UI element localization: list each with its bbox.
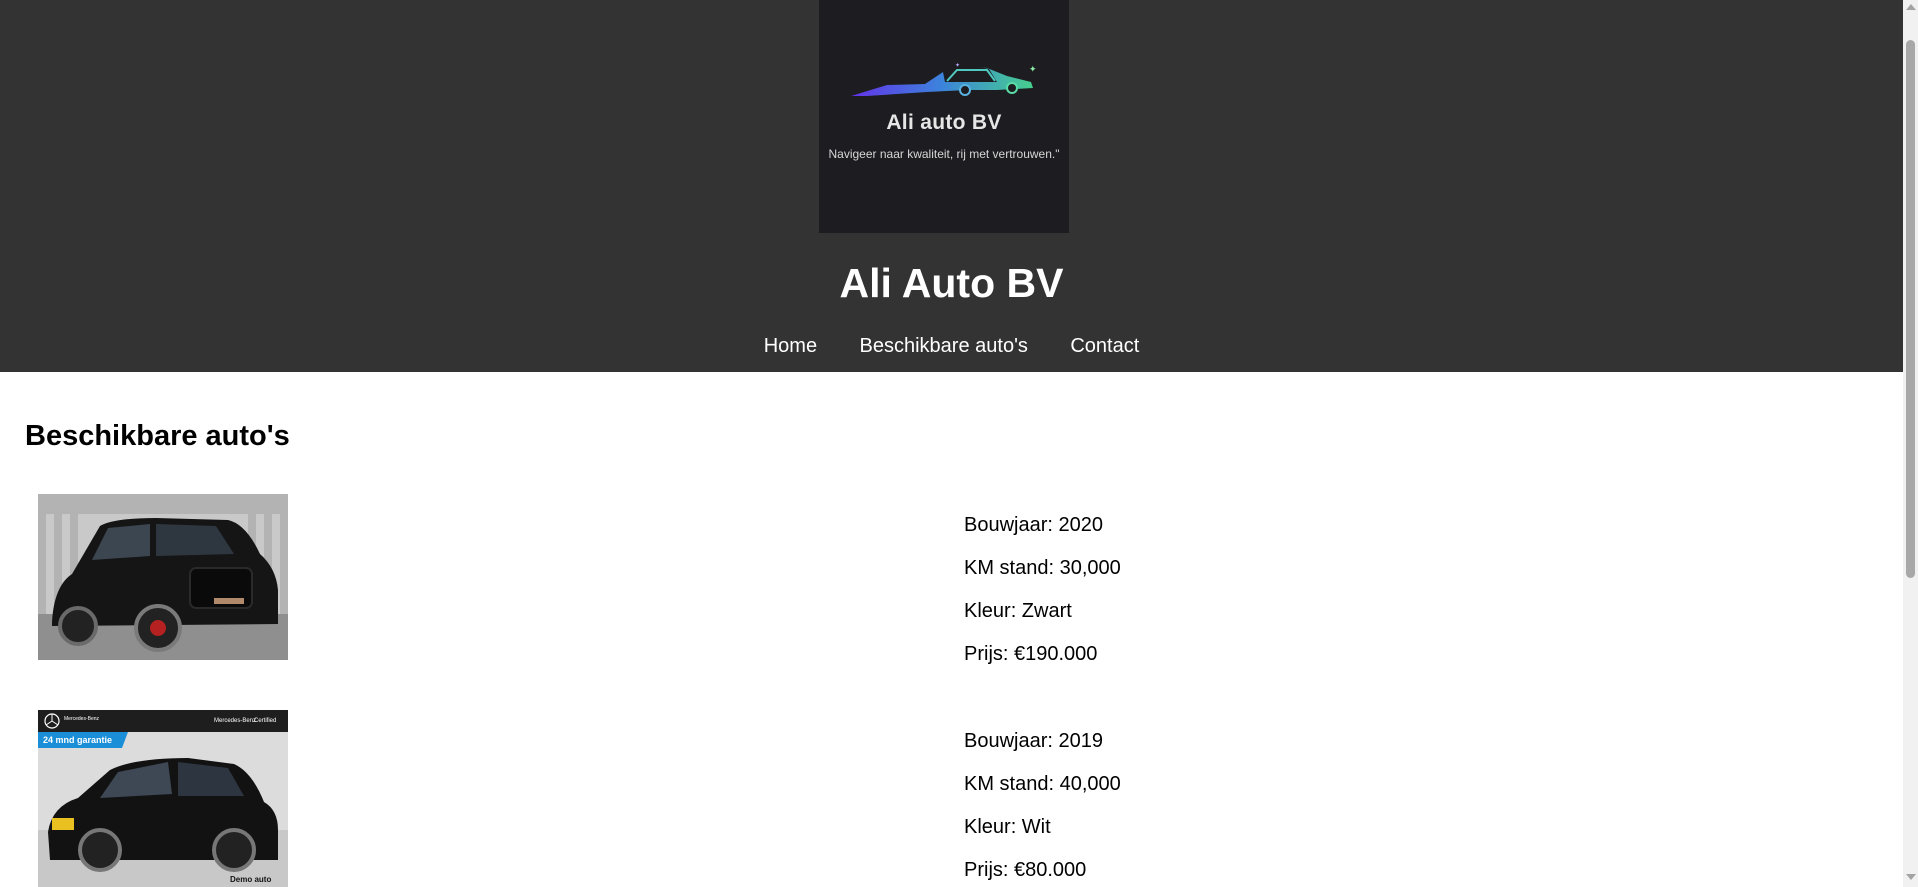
- spec-prijs: Prijs: €190.000: [964, 643, 1098, 665]
- logo-name: Ali auto BV: [886, 111, 1002, 134]
- car-silhouette-icon: ✦ ✦: [851, 62, 1037, 96]
- nav-beschikbare-autos-link[interactable]: Beschikbare auto's: [860, 335, 1028, 357]
- scrollbar-thumb[interactable]: [1906, 40, 1915, 578]
- page: ✦ ✦ Ali auto BV Navigeer naar kwaliteit,…: [0, 0, 1903, 887]
- main-nav: Home Beschikbare auto's Contact: [0, 335, 1903, 358]
- section-title: Beschikbare auto's: [25, 420, 290, 452]
- svg-text:✦: ✦: [955, 62, 960, 69]
- black-audi-suv-image: [38, 494, 288, 660]
- site-title: Ali Auto BV: [839, 260, 1064, 306]
- scroll-up-arrow-icon[interactable]: [1906, 4, 1916, 10]
- spec-prijs: Prijs: €80.000: [964, 859, 1087, 881]
- photo-certified-text: Certified: [254, 718, 276, 724]
- vertical-scrollbar[interactable]: [1903, 0, 1918, 887]
- photo-brand-text-right: Mercedes-Benz: [214, 718, 256, 724]
- photo-corner-label: Demo auto: [230, 875, 271, 884]
- svg-text:✦: ✦: [1029, 65, 1037, 75]
- photo-badge: 24 mnd garantie: [43, 735, 112, 745]
- spec-km-stand: KM stand: 40,000: [964, 773, 1121, 795]
- spec-bouwjaar: Bouwjaar: 2019: [964, 730, 1103, 752]
- spec-km-stand: KM stand: 30,000: [964, 557, 1121, 579]
- spec-kleur: Kleur: Zwart: [964, 600, 1072, 622]
- logo-tagline: Navigeer naar kwaliteit, rij met vertrou…: [828, 147, 1060, 161]
- black-mercedes-suv-image: Mercedes-Benz Mercedes-Benz Certified 24…: [38, 710, 288, 887]
- nav-home-link[interactable]: Home: [764, 335, 817, 357]
- spec-bouwjaar: Bouwjaar: 2020: [964, 514, 1103, 536]
- car-photo[interactable]: [38, 494, 288, 660]
- car-photo[interactable]: Mercedes-Benz Mercedes-Benz Certified 24…: [38, 710, 288, 887]
- scroll-down-arrow-icon[interactable]: [1906, 874, 1916, 880]
- car-specs: Bouwjaar: 2020 KM stand: 30,000 Kleur: Z…: [964, 514, 1121, 686]
- car-specs: Bouwjaar: 2019 KM stand: 40,000 Kleur: W…: [964, 730, 1121, 887]
- spec-kleur: Kleur: Wit: [964, 816, 1051, 838]
- site-header: ✦ ✦ Ali auto BV Navigeer naar kwaliteit,…: [0, 0, 1903, 372]
- photo-brand-text: Mercedes-Benz: [64, 716, 100, 722]
- nav-contact-link[interactable]: Contact: [1070, 335, 1139, 357]
- site-logo[interactable]: ✦ ✦ Ali auto BV Navigeer naar kwaliteit,…: [819, 0, 1069, 233]
